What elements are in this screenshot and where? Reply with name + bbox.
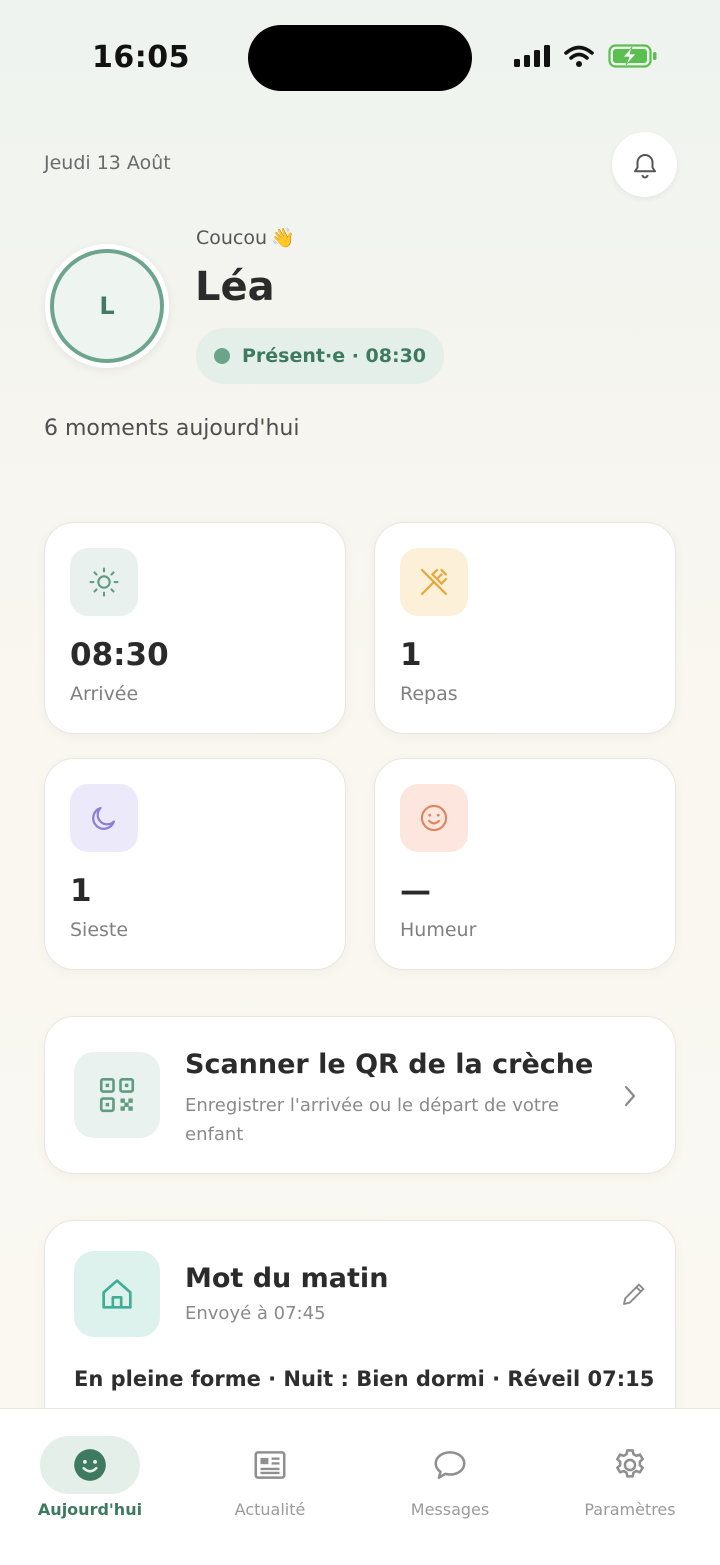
stat-label: Humeur <box>400 919 477 941</box>
child-name: Léa <box>195 264 275 310</box>
gear-icon <box>616 1449 644 1478</box>
greeting: Coucou 👋 <box>196 226 295 250</box>
home-icon <box>102 1279 132 1309</box>
stat-label: Arrivée <box>70 683 139 705</box>
bell-icon <box>633 153 656 178</box>
stat-icon-bg <box>70 548 138 616</box>
current-date: Jeudi 13 Août <box>44 152 171 174</box>
stat-value: — <box>400 873 431 909</box>
tab-pill <box>220 1436 320 1494</box>
presence-dot-icon <box>214 348 230 364</box>
newspaper-icon <box>254 1451 286 1479</box>
wifi-icon <box>564 45 594 67</box>
stat-card-nap[interactable]: 1 Sieste <box>44 758 346 970</box>
status-bar: 16:05 <box>0 0 720 120</box>
child-avatar[interactable]: L <box>45 244 169 368</box>
tab-messages[interactable]: Messages <box>360 1409 540 1539</box>
tab-pill <box>580 1436 680 1494</box>
waving-hand-emoji: 👋 <box>271 227 295 249</box>
tab-label: Messages <box>410 1500 490 1519</box>
tab-settings[interactable]: Paramètres <box>540 1409 720 1539</box>
presence-text: Présent·e · 08:30 <box>242 345 427 367</box>
home-icon-bg <box>74 1251 160 1337</box>
scan-qr-card[interactable]: Scanner le QR de la crèche Enregistrer l… <box>44 1016 676 1174</box>
stat-value: 08:30 <box>70 637 169 673</box>
moon-icon <box>92 806 116 830</box>
utensils-icon <box>420 568 448 596</box>
tab-label: Aujourd'hui <box>37 1500 143 1519</box>
tab-pill <box>40 1436 140 1494</box>
tab-label: Actualité <box>234 1500 306 1519</box>
sun-icon <box>89 567 119 597</box>
stat-value: 1 <box>400 637 422 673</box>
smiley-icon <box>420 804 448 832</box>
status-icons <box>514 44 658 68</box>
tab-bar: Aujourd'hui Actualité Messages Paramètre… <box>0 1408 720 1565</box>
smiley-filled-icon <box>74 1449 106 1481</box>
moments-summary: 6 moments aujourd'hui <box>44 416 300 441</box>
avatar-initial: L <box>50 249 164 363</box>
tab-today[interactable]: Aujourd'hui <box>0 1409 180 1539</box>
notifications-button[interactable] <box>612 132 677 197</box>
qr-card-title: Scanner le QR de la crèche <box>185 1049 594 1080</box>
battery-charging-icon <box>608 44 657 68</box>
chevron-right-icon <box>624 1085 636 1107</box>
stat-icon-bg <box>400 548 468 616</box>
morning-note-title: Mot du matin <box>185 1263 389 1294</box>
cellular-signal-icon <box>514 45 550 67</box>
qr-icon-bg <box>74 1052 160 1138</box>
stat-label: Repas <box>400 683 458 705</box>
stat-icon-bg <box>70 784 138 852</box>
chat-bubble-icon <box>434 1451 466 1479</box>
stat-card-mood[interactable]: — Humeur <box>374 758 676 970</box>
tab-news[interactable]: Actualité <box>180 1409 360 1539</box>
presence-badge: Présent·e · 08:30 <box>196 328 445 384</box>
dynamic-island <box>248 25 472 91</box>
stat-value: 1 <box>70 873 92 909</box>
qr-code-icon <box>99 1077 135 1113</box>
status-time: 16:05 <box>92 40 190 75</box>
qr-card-subtitle: Enregistrer l'arrivée ou le départ de vo… <box>185 1095 560 1145</box>
stat-card-arrival[interactable]: 08:30 Arrivée <box>44 522 346 734</box>
greeting-text: Coucou <box>196 226 268 249</box>
stat-icon-bg <box>400 784 468 852</box>
tab-label: Paramètres <box>584 1500 676 1519</box>
morning-note-sent-time: Envoyé à 07:45 <box>185 1303 326 1324</box>
pencil-icon[interactable] <box>619 1279 649 1309</box>
stat-label: Sieste <box>70 919 129 941</box>
stat-card-meals[interactable]: 1 Repas <box>374 522 676 734</box>
tab-pill <box>400 1436 500 1494</box>
